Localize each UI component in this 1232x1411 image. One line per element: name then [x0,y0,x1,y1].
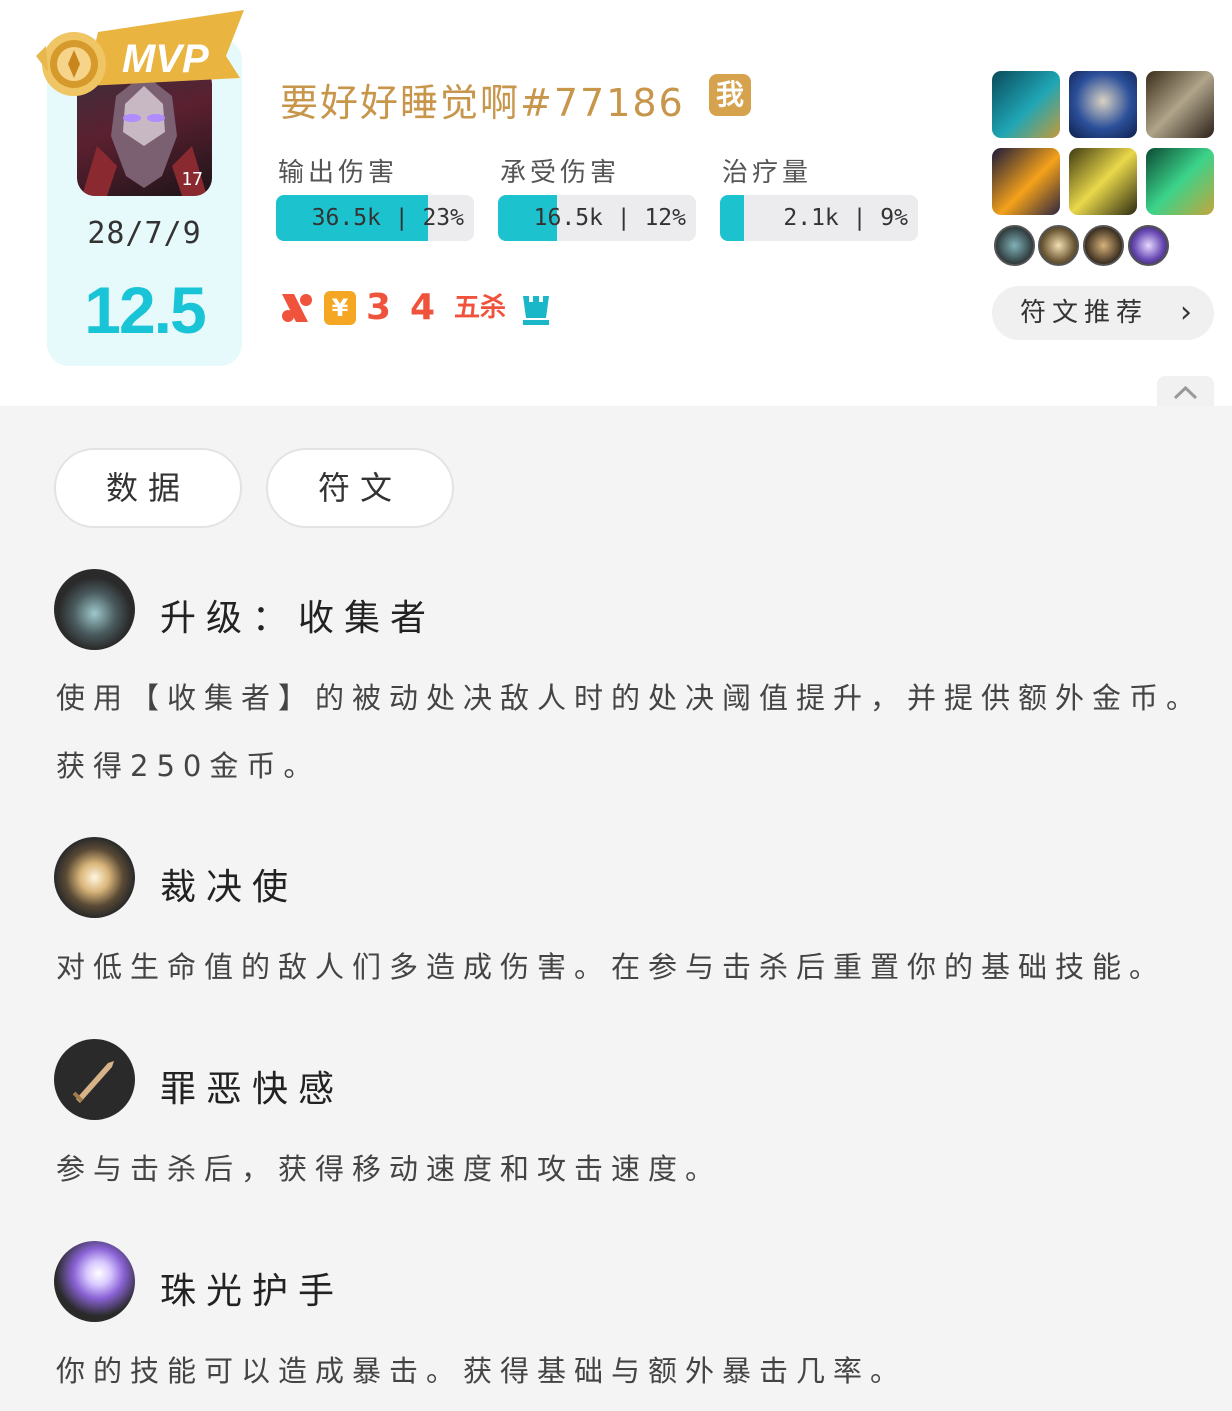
sword-rune-mini-icon[interactable] [1083,225,1124,266]
gauntlet-icon [54,1241,135,1322]
healing-bar: 2.1k | 9% [720,195,918,241]
percent-badge-icon [282,294,312,322]
collector-icon [54,569,135,650]
collector-rune-mini-icon[interactable] [994,225,1035,266]
damage-taken-value: 16.5k | 12% [533,205,686,231]
mvp-label: MVP [122,37,209,81]
cannon-item-icon[interactable] [992,71,1060,138]
gold-badge-icon: ¥ [324,291,356,325]
chevron-up-icon [1173,385,1198,400]
storm-blade-item-icon[interactable] [1069,148,1137,215]
tab-runes[interactable]: 符文 [266,448,454,528]
spiked-shield-item-icon[interactable] [1069,71,1137,138]
quadra-kill-badge: 4 [410,287,436,328]
collapse-button[interactable] [1157,376,1214,406]
rune-recommend-button[interactable]: 符文推荐 › [992,286,1214,340]
gauntlet-rune-mini-icon[interactable] [1128,225,1169,266]
executioner-rune-mini-icon[interactable] [1038,225,1079,266]
rune-description: 参与击杀后，获得移动速度和攻击速度。 [56,1152,723,1186]
rune-title: 珠光护手 [160,1271,345,1312]
rune-description: 使用【收集者】的被动处决敌人时的处决阈值提升，并提供额外金币。获得250金币。 [56,681,1204,783]
rune-description: 你的技能可以造成暴击。获得基础与额外暴击几率。 [56,1354,908,1388]
player-name[interactable]: 要好好睡觉啊#77186 [280,72,685,127]
champion-level: 17 [181,169,203,190]
green-sword-item-icon[interactable] [1146,148,1214,215]
triple-kill-badge: 3 [366,287,392,328]
crown-badge-icon [523,296,549,325]
me-badge: 我 [709,74,751,116]
rune-description: 对低生命值的敌人们多造成伤害。在参与击杀后重置你的基础技能。 [56,950,1167,984]
kda-text: 28/7/9 [87,216,202,251]
damage-taken-label: 承受伤害 [500,158,621,188]
sword-icon [54,1039,135,1120]
healing-value: 2.1k | 9% [783,205,908,231]
mvp-badge-icon: MVP [36,10,244,96]
chevron-right-icon: › [1180,295,1192,330]
rune-recommend-label: 符文推荐 [1020,298,1149,328]
penta-kill-badge: 五杀 [454,293,507,323]
rune-title: 裁决使 [160,867,299,908]
boots-item-icon[interactable] [1146,71,1214,138]
rune-title: 罪恶快感 [160,1069,345,1110]
damage-taken-bar: 16.5k | 12% [498,195,696,241]
healing-fill [720,195,744,241]
tab-data[interactable]: 数据 [54,448,242,528]
damage-dealt-value: 36.5k | 23% [311,205,464,231]
healing-label: 治疗量 [722,158,813,188]
blade-fire-item-icon[interactable] [992,148,1060,215]
damage-dealt-bar: 36.5k | 23% [276,195,474,241]
executioner-icon [54,837,135,918]
damage-dealt-label: 输出伤害 [278,158,399,188]
rune-title: 升级：收集者 [160,598,437,639]
score-text: 12.5 [84,273,206,347]
